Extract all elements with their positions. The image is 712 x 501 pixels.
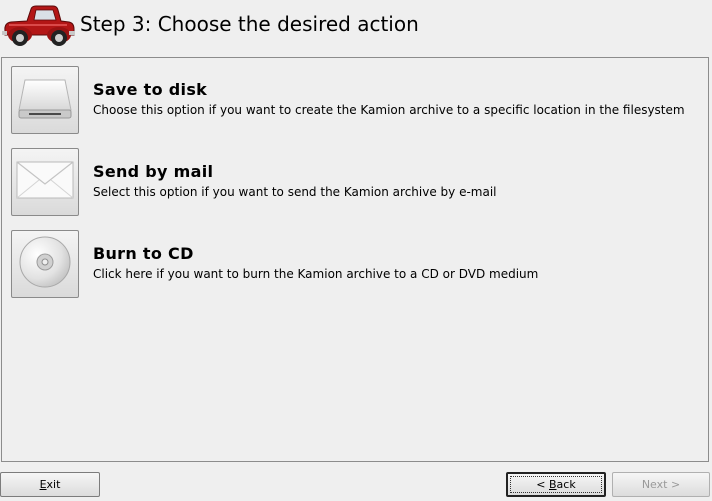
option-description: Click here if you want to burn the Kamio…	[93, 267, 539, 281]
options-panel: Save to disk Choose this option if you w…	[1, 57, 709, 462]
option-save-to-disk[interactable]: Save to disk Choose this option if you w…	[11, 66, 691, 136]
next-button-label: Next >	[641, 478, 681, 491]
option-burn-to-cd[interactable]: Burn to CD Click here if you want to bur…	[11, 230, 691, 300]
cd-disc-icon	[17, 234, 73, 294]
exit-button-label: xit	[46, 478, 61, 491]
red-pickup-truck-icon	[1, 1, 75, 49]
exit-button-mnemonic: E	[39, 478, 47, 491]
option-description: Choose this option if you want to create…	[93, 103, 685, 117]
send-by-mail-button[interactable]	[11, 148, 79, 216]
focus-ring	[510, 476, 602, 493]
envelope-icon	[15, 158, 75, 206]
option-title: Save to disk	[93, 80, 208, 99]
exit-button[interactable]: Exit	[0, 472, 100, 497]
wizard-header: Step 3: Choose the desired action	[0, 0, 712, 50]
page-title: Step 3: Choose the desired action	[80, 12, 419, 36]
save-to-disk-button[interactable]	[11, 66, 79, 134]
back-button[interactable]: < Back	[506, 472, 606, 497]
option-title: Send by mail	[93, 162, 214, 181]
hard-disk-icon	[15, 68, 75, 132]
next-button[interactable]: Next >	[612, 472, 710, 497]
option-description: Select this option if you want to send t…	[93, 185, 497, 199]
option-title: Burn to CD	[93, 244, 194, 263]
option-send-by-mail[interactable]: Send by mail Select this option if you w…	[11, 148, 691, 218]
burn-to-cd-button[interactable]	[11, 230, 79, 298]
